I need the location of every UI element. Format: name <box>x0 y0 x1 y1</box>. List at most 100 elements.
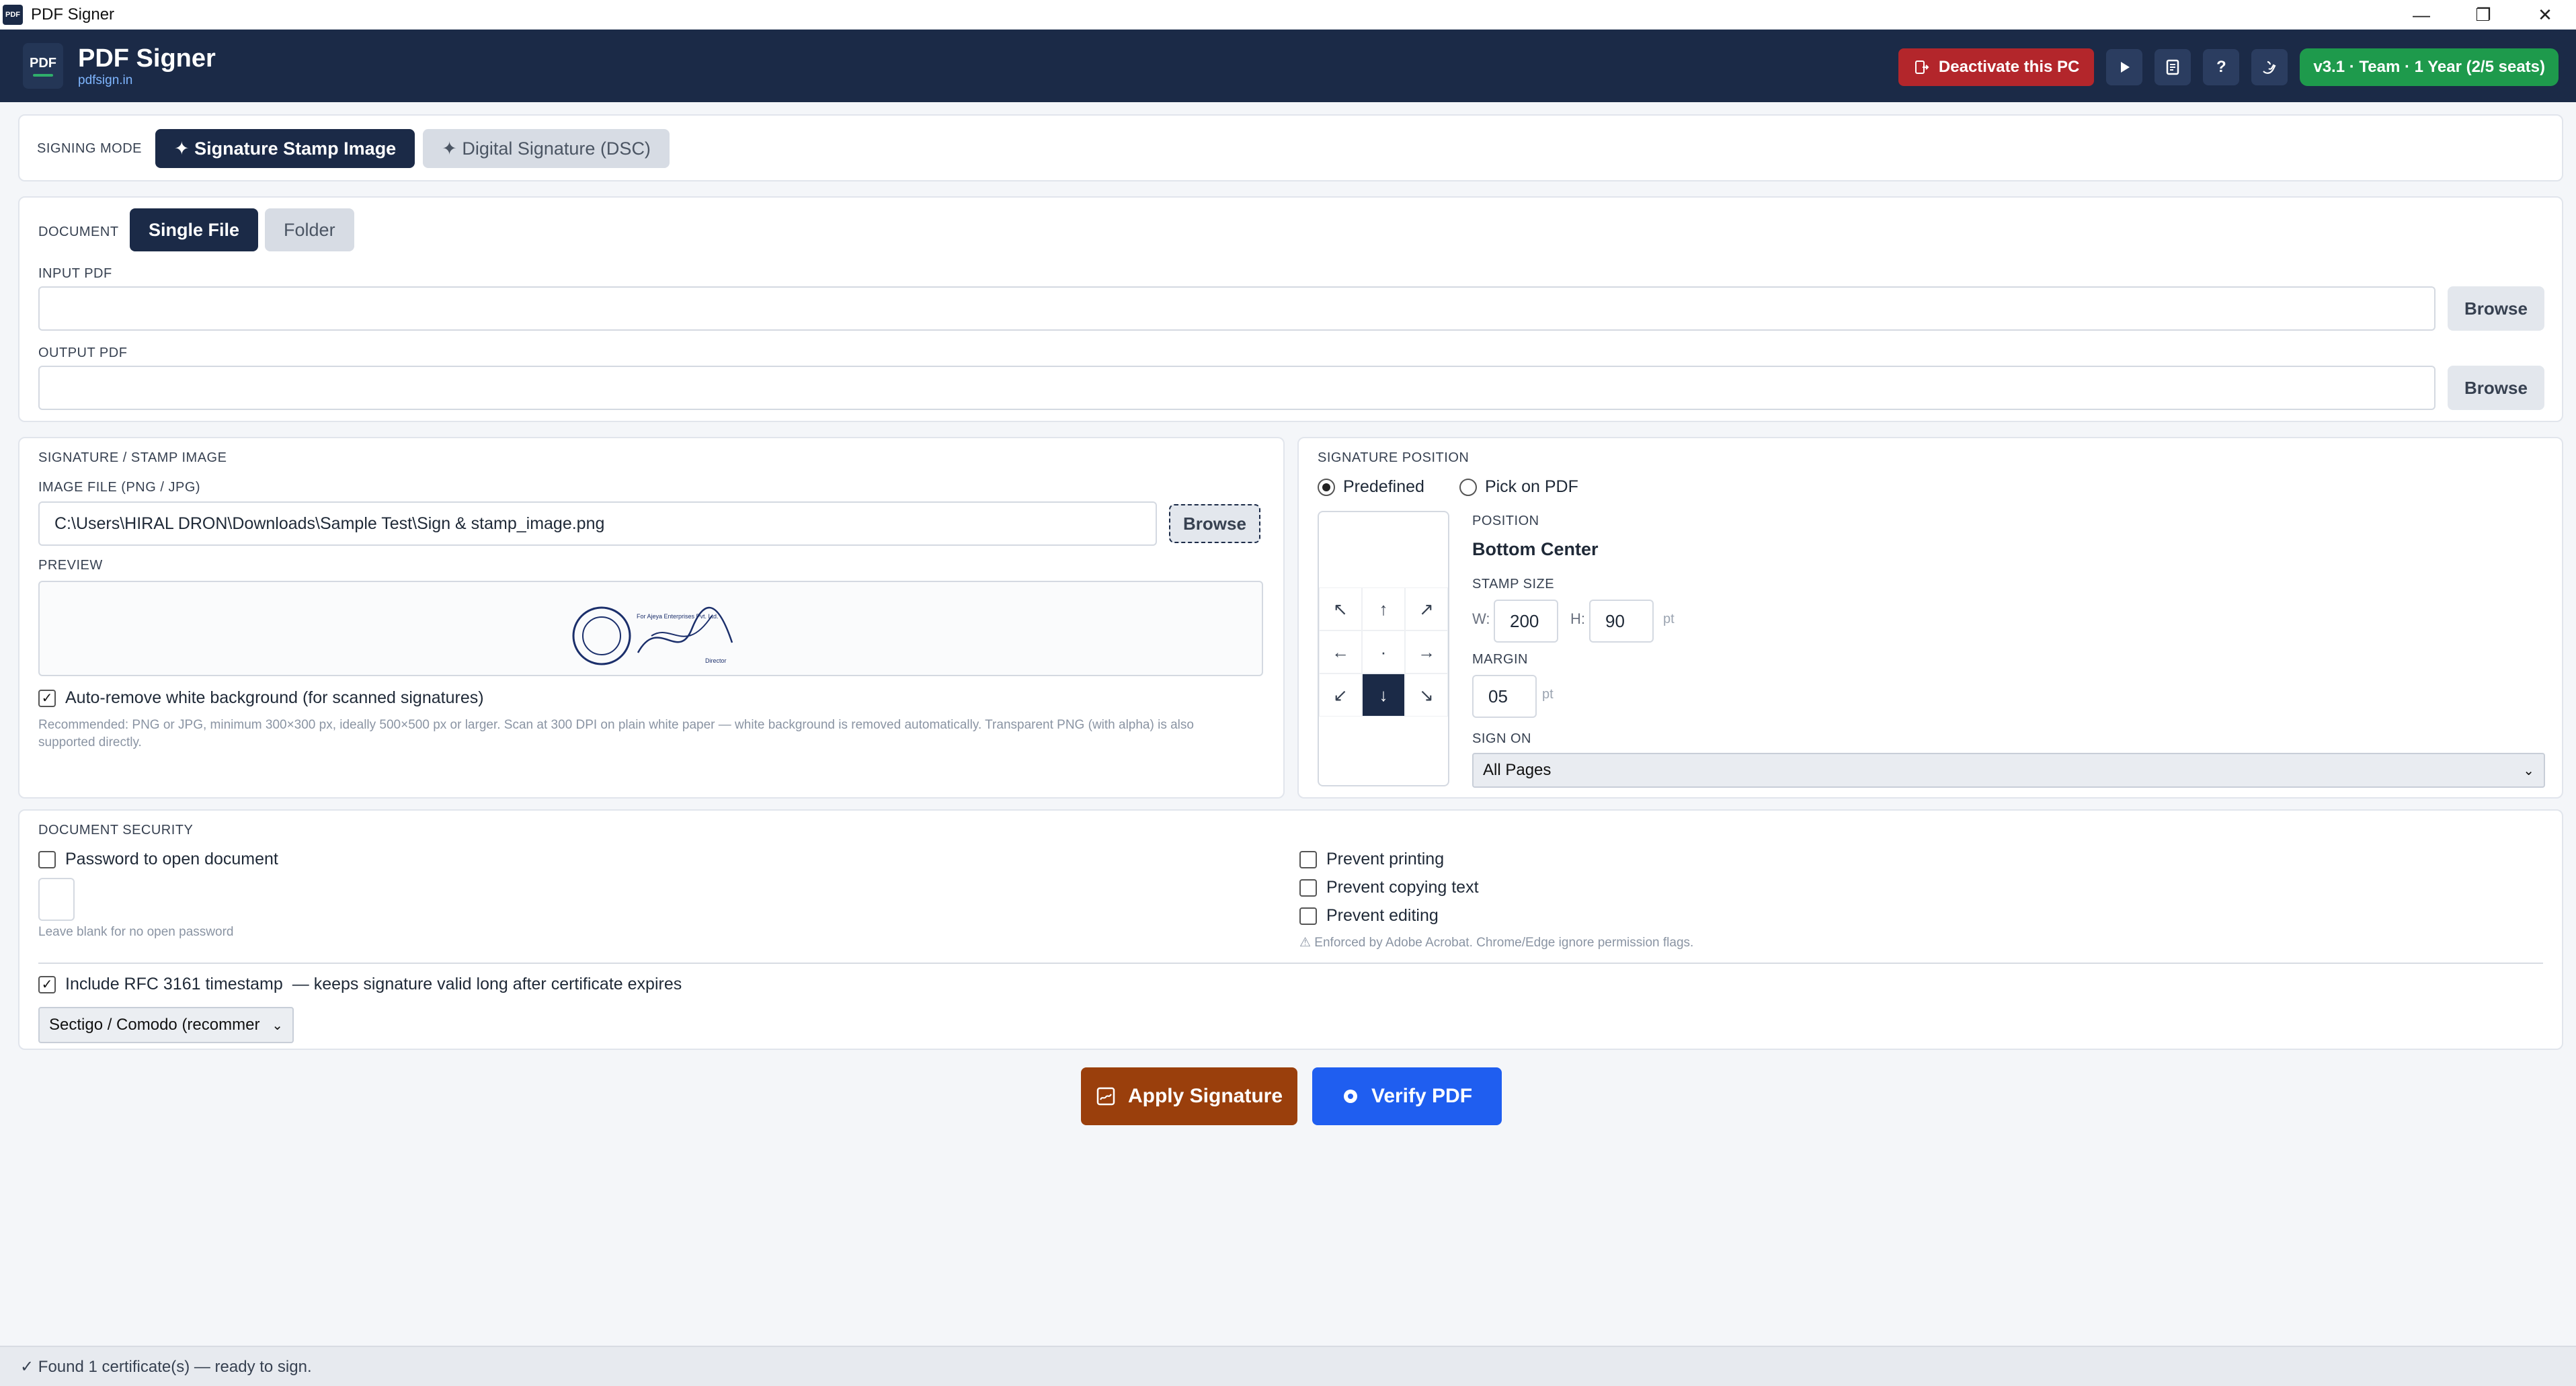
minimize-button[interactable]: — <box>2390 0 2452 30</box>
timestamp-row: ✓ Include RFC 3161 timestamp — keeps sig… <box>38 975 682 994</box>
width-label: W: <box>1472 610 1490 627</box>
margin-unit: pt <box>1542 687 1554 702</box>
prevent-printing-checkbox[interactable] <box>1299 850 1317 868</box>
document-card: DOCUMENT Single File Folder INPUT PDF Br… <box>18 196 2563 422</box>
password-label: Password to open document <box>65 850 278 868</box>
grid-top-left[interactable]: ↖ <box>1319 587 1362 630</box>
position-mode-row: Predefined Pick on PDF <box>1318 477 1578 497</box>
signature-position-card: SIGNATURE POSITION Predefined Pick on PD… <box>1297 437 2563 799</box>
timestamp-note: — keeps signature valid long after certi… <box>292 975 682 993</box>
grid-center[interactable]: · <box>1362 630 1405 674</box>
apply-signature-button[interactable]: Apply Signature <box>1081 1067 1297 1125</box>
deactivate-button[interactable]: Deactivate this PC <box>1898 48 2095 86</box>
password-hint: Leave blank for no open password <box>38 925 234 939</box>
sign-on-value: All Pages <box>1483 761 1552 779</box>
pick-on-pdf-radio[interactable] <box>1459 478 1477 496</box>
window-controls: — ❐ ✕ <box>2390 0 2576 30</box>
margin-label: MARGIN <box>1472 652 1528 667</box>
brand-text: PDF Signer pdfsign.in <box>78 44 216 88</box>
verify-pdf-label: Verify PDF <box>1371 1085 1473 1107</box>
security-divider <box>38 963 2543 964</box>
window-title: PDF Signer <box>31 5 115 24</box>
signing-mode-card: SIGNING MODE ✦ Signature Stamp Image ✦ D… <box>18 114 2563 181</box>
prevent-editing-checkbox[interactable] <box>1299 907 1317 925</box>
tab-folder[interactable]: Folder <box>265 208 354 251</box>
grid-top-center[interactable]: ↑ <box>1362 587 1405 630</box>
margin-input[interactable]: 05 <box>1472 675 1537 718</box>
size-unit: pt <box>1663 612 1675 626</box>
sign-on-label: SIGN ON <box>1472 731 1531 746</box>
grid-bottom-center[interactable]: ↓ <box>1362 674 1405 717</box>
output-pdf-field[interactable] <box>38 366 2436 410</box>
license-badge: v3.1 · Team · 1 Year (2/5 seats) <box>2300 48 2559 86</box>
tab-single-file[interactable]: Single File <box>130 208 259 251</box>
stamp-size-label: STAMP SIZE <box>1472 577 1555 592</box>
support-icon <box>2263 60 2276 74</box>
help-button[interactable]: ? <box>2203 49 2240 85</box>
timestamp-label: Include RFC 3161 timestamp <box>65 975 283 993</box>
tsa-value: Sectigo / Comodo (recommer <box>49 1016 260 1034</box>
help-icon: ? <box>2216 58 2226 76</box>
stamp-width-input[interactable]: 200 <box>1494 600 1558 643</box>
prevent-copying-checkbox[interactable] <box>1299 879 1317 897</box>
document-button[interactable] <box>2155 49 2191 85</box>
support-button[interactable] <box>2251 49 2288 85</box>
grid-bottom-right[interactable]: ↘ <box>1405 674 1448 717</box>
document-security-card: DOCUMENT SECURITY Password to open docum… <box>18 809 2563 1050</box>
output-pdf-browse-button[interactable]: Browse <box>2448 366 2544 410</box>
sign-on-select[interactable]: All Pages ⌄ <box>1472 753 2545 788</box>
status-bar: ✓ Found 1 certificate(s) — ready to sign… <box>0 1346 2576 1386</box>
auto-remove-row: ✓ Auto-remove white background (for scan… <box>38 688 484 708</box>
security-section-label: DOCUMENT SECURITY <box>38 823 194 838</box>
play-button[interactable] <box>2106 49 2143 85</box>
position-label: POSITION <box>1472 514 1539 528</box>
predefined-radio-dot <box>1322 483 1330 491</box>
position-section-label: SIGNATURE POSITION <box>1318 450 1470 465</box>
height-label: H: <box>1570 610 1585 627</box>
tsa-select[interactable]: Sectigo / Comodo (recommer ⌄ <box>38 1007 294 1043</box>
deactivate-label: Deactivate this PC <box>1938 58 2080 76</box>
password-input[interactable] <box>38 878 75 921</box>
input-pdf-field[interactable] <box>38 286 2436 331</box>
grid-middle-right[interactable]: → <box>1405 630 1448 674</box>
stamp-image-card: SIGNATURE / STAMP IMAGE IMAGE FILE (PNG … <box>18 437 1285 799</box>
image-file-browse-button[interactable]: Browse <box>1169 504 1260 543</box>
auto-remove-checkbox[interactable]: ✓ <box>38 689 56 707</box>
close-button[interactable]: ✕ <box>2514 0 2576 30</box>
mode-digital-signature-button[interactable]: ✦ Digital Signature (DSC) <box>423 129 670 168</box>
mode-stamp-image-button[interactable]: ✦ Signature Stamp Image <box>155 129 415 168</box>
prevent-printing-row: Prevent printing <box>1299 850 1444 869</box>
verify-pdf-button[interactable]: Verify PDF <box>1312 1067 1502 1125</box>
predefined-label: Predefined <box>1343 477 1424 496</box>
password-checkbox[interactable] <box>38 850 56 868</box>
grid-top-right[interactable]: ↗ <box>1405 587 1448 630</box>
preview-box: For Ajeya Enterprises Pvt. Ltd. Director <box>38 581 1263 676</box>
timestamp-checkbox[interactable]: ✓ <box>38 975 56 993</box>
image-file-field[interactable]: C:\Users\HIRAL DRON\Downloads\Sample Tes… <box>38 501 1157 546</box>
signing-mode-options: ✦ Signature Stamp Image ✦ Digital Signat… <box>155 129 670 168</box>
status-text: ✓ Found 1 certificate(s) — ready to sign… <box>20 1357 312 1376</box>
predefined-radio[interactable] <box>1318 478 1335 496</box>
app-icon: PDF <box>3 4 23 25</box>
tsa-chevron-icon: ⌄ <box>272 1018 283 1033</box>
image-file-label: IMAGE FILE (PNG / JPG) <box>38 480 201 495</box>
stamp-preview-text: For Ajeya Enterprises Pvt. Ltd. <box>637 613 719 620</box>
password-row: Password to open document <box>38 850 278 869</box>
stamp-height-input[interactable]: 90 <box>1589 600 1654 643</box>
signing-mode-label: SIGNING MODE <box>37 141 143 156</box>
input-pdf-browse-button[interactable]: Browse <box>2448 286 2544 331</box>
document-label: DOCUMENT <box>38 225 119 239</box>
brand-logo-bar <box>33 73 53 77</box>
permissions-note: ⚠ Enforced by Adobe Acrobat. Chrome/Edge… <box>1299 936 1694 950</box>
brand-url[interactable]: pdfsign.in <box>78 73 216 88</box>
prevent-editing-label: Prevent editing <box>1326 906 1439 925</box>
grid-middle-left[interactable]: ← <box>1319 630 1362 674</box>
stamp-recommendation: Recommended: PNG or JPG, minimum 300×300… <box>38 718 1194 749</box>
stamp-preview-image: For Ajeya Enterprises Pvt. Ltd. Director <box>572 606 733 665</box>
restore-button[interactable]: ❐ <box>2452 0 2514 30</box>
grid-bottom-left[interactable]: ↙ <box>1319 674 1362 717</box>
stamp-preview-subtext: Director <box>705 657 727 664</box>
position-grid: ↖ ↑ ↗ ← · → ↙ ↓ ↘ <box>1318 511 1449 786</box>
apply-signature-label: Apply Signature <box>1127 1085 1283 1107</box>
position-value: Bottom Center <box>1472 539 1599 559</box>
